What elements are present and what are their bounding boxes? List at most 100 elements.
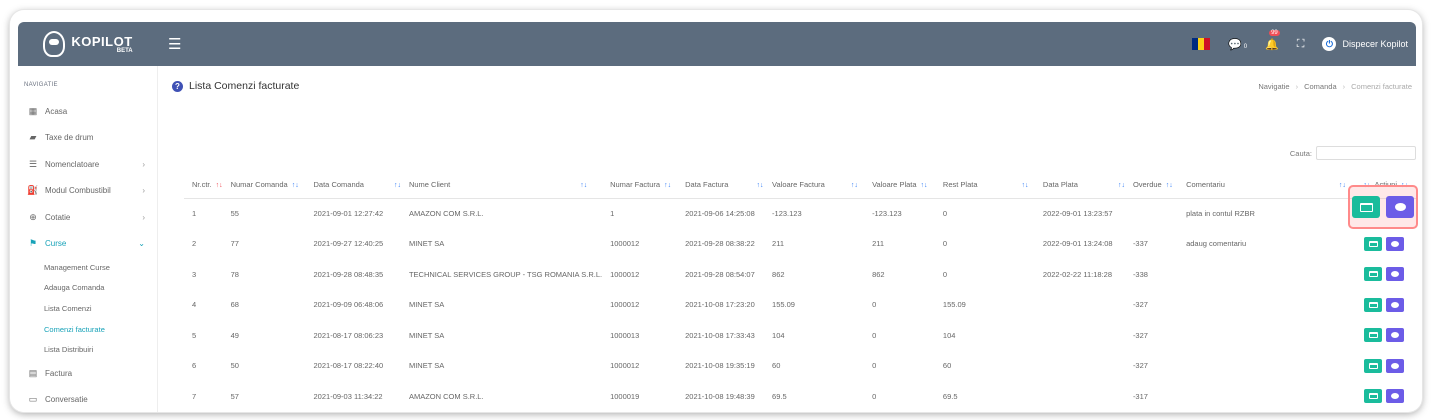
sidebar-item-label: Nomenclatoare — [45, 159, 100, 169]
page-title-text: Lista Comenzi facturate — [189, 80, 300, 92]
column-header[interactable]: Nr.ctr. ↑↓ — [184, 172, 223, 199]
payment-button[interactable] — [1352, 196, 1380, 218]
column-header[interactable]: Overdue ↑↓ — [1124, 172, 1179, 199]
sidebar-item-conversatie[interactable]: ▭ Conversatie — [18, 386, 157, 412]
user-menu[interactable]: ⏻ Dispecer Kopilot — [1322, 37, 1408, 51]
romania-flag-icon[interactable] — [1192, 38, 1211, 50]
table-cell: 1000012 — [610, 269, 640, 279]
table-cell: 2021-09-03 11:34:22 — [313, 391, 383, 401]
table-cell: AMAZON COM S.R.L. — [408, 391, 484, 401]
payment-button[interactable] — [1364, 328, 1382, 343]
column-header[interactable]: Numar Comanda ↑↓ — [222, 172, 306, 199]
brand-beta: BETA — [116, 47, 133, 54]
table-cell: TECHNICAL SERVICES GROUP - TSG ROMANIA S… — [408, 269, 603, 279]
sidebar-item-label: Acasa — [45, 106, 68, 116]
table-cell: 155.09 — [942, 300, 966, 310]
actions-cell — [1351, 351, 1416, 382]
sidebar-item-modul-combustibil[interactable]: ⛽ Modul Combustibil › — [18, 178, 157, 205]
sidebar-item-cotatie[interactable]: ⊕ Cotatie › — [18, 204, 157, 231]
table-cell: MINET SA — [408, 361, 445, 371]
sidebar-subitem-adauga-comanda[interactable]: Adauga Comanda — [18, 278, 157, 299]
credit-card-icon — [1368, 393, 1378, 400]
column-header[interactable]: Valoare Plata ↑↓ — [864, 172, 935, 199]
table-cell: 2021-10-08 19:35:19 — [685, 361, 755, 371]
flag-icon: ⚑ — [28, 238, 38, 249]
table-cell: 2021-09-09 06:48:06 — [313, 300, 384, 310]
column-header[interactable]: Rest Plata ↑↓ — [934, 172, 1035, 199]
table-cell: 60 — [942, 361, 952, 371]
table-cell: 0 — [872, 391, 877, 401]
comment-button[interactable] — [1386, 358, 1404, 373]
sidebar-item-curse[interactable]: ⚑ Curse ⌄ — [18, 231, 157, 258]
table-cell: -338 — [1132, 269, 1148, 279]
comment-button[interactable] — [1386, 196, 1414, 218]
sort-icon: ↑↓ — [1165, 182, 1173, 190]
column-header[interactable]: Comentariu ↑↓ — [1178, 172, 1352, 199]
payment-button[interactable] — [1364, 297, 1382, 312]
payment-button[interactable] — [1364, 267, 1382, 282]
hamburger-menu-icon[interactable]: ☰ — [168, 35, 181, 53]
column-header[interactable]: Numar Factura ↑↓ — [602, 172, 678, 199]
table-cell: 5 — [192, 330, 197, 340]
table-cell: 2021-09-28 08:38:22 — [685, 239, 755, 249]
payment-button[interactable] — [1364, 389, 1382, 404]
document-icon: ▤ — [28, 367, 38, 378]
column-header[interactable]: Data Plata ↑↓ — [1034, 172, 1125, 199]
table-cell: 6 — [192, 361, 197, 371]
payment-button[interactable] — [1364, 236, 1382, 251]
table-cell: 2022-09-01 13:24:08 — [1042, 239, 1113, 249]
comment-button[interactable] — [1386, 389, 1404, 404]
breadcrumb-item[interactable]: Navigatie — [1258, 82, 1289, 91]
column-header[interactable]: Data Factura ↑↓ — [677, 172, 765, 199]
sidebar-item-acasa[interactable]: ▦ Acasa — [18, 98, 157, 125]
table-cell: 2021-09-01 12:27:42 — [313, 209, 384, 218]
table-cell: 49 — [230, 330, 239, 340]
search-input[interactable] — [1316, 146, 1416, 160]
table-cell: 69.5 — [772, 391, 787, 401]
fullscreen-icon[interactable]: ⛶ — [1297, 38, 1305, 51]
table-header-row: Nr.ctr. ↑↓ Numar Comanda ↑↓ Data Comanda ↑↓… — [184, 172, 1416, 199]
sort-icon: ↑↓ — [756, 182, 764, 190]
sidebar-item-taxe-de-drum[interactable]: ▰ Taxe de drum — [18, 125, 157, 152]
breadcrumb: Navigatie › Comanda › Comenzi facturate — [1258, 82, 1412, 91]
comment-button[interactable] — [1386, 328, 1404, 343]
sidebar-subitem-management-curse[interactable]: Management Curse — [18, 257, 157, 278]
chat-icon[interactable]: 💬 0 — [1228, 38, 1247, 51]
comment-button[interactable] — [1386, 236, 1404, 251]
table-cell: 2021-09-28 08:48:35 — [313, 269, 384, 279]
comment-button[interactable] — [1386, 267, 1404, 282]
sidebar-subitem-lista-distribuiri[interactable]: Lista Distribuiri — [18, 339, 157, 360]
sidebar-subitem-comenzi-facturate[interactable]: Comenzi facturate — [18, 319, 157, 340]
sidebar-subitem-lista-comenzi[interactable]: Lista Comenzi — [18, 298, 157, 319]
app-frame: KOPILOT BETA ☰ 💬 0 🔔 99 ⛶ ⏻ Dispecer Kopil… — [10, 10, 1422, 412]
table-cell: 0 — [872, 361, 877, 371]
table-cell: 77 — [230, 239, 239, 249]
brand-logo[interactable]: KOPILOT BETA — [18, 22, 158, 66]
column-header[interactable]: Data Comanda ↑↓ — [305, 172, 401, 199]
table-cell: 2021-09-06 14:25:08 — [685, 209, 755, 218]
table-cell — [1178, 320, 1351, 351]
table-cell — [1178, 290, 1351, 321]
nav-section-title: NAVIGATIE — [24, 82, 58, 88]
sidebar-item-factura[interactable]: ▤ Factura — [18, 360, 157, 387]
list-icon: ☰ — [28, 158, 38, 169]
column-header[interactable]: Nume Client ↑↓ — [400, 172, 603, 199]
table-cell: 104 — [772, 330, 785, 340]
table-cell — [1035, 351, 1125, 382]
comment-button[interactable] — [1386, 297, 1404, 312]
table-cell: 1000012 — [610, 239, 640, 249]
breadcrumb-separator: › — [1295, 82, 1299, 91]
table-cell: 0 — [942, 209, 948, 218]
sort-icon: ↑↓ — [850, 182, 858, 190]
table-cell: 55 — [230, 209, 239, 218]
table-cell — [1178, 381, 1351, 412]
table-cell: 1 — [610, 209, 615, 218]
help-icon[interactable]: ? — [172, 80, 183, 92]
bell-icon[interactable]: 🔔 99 — [1265, 29, 1280, 51]
column-header[interactable]: Valoare Factura ↑↓ — [764, 172, 865, 199]
payment-button[interactable] — [1364, 358, 1382, 373]
sidebar-item-label: Curse — [45, 239, 67, 249]
sidebar-item-nomenclatoare[interactable]: ☰ Nomenclatoare › — [18, 151, 157, 178]
breadcrumb-item[interactable]: Comanda — [1304, 82, 1337, 91]
fuel-icon: ⛽ — [27, 185, 39, 196]
